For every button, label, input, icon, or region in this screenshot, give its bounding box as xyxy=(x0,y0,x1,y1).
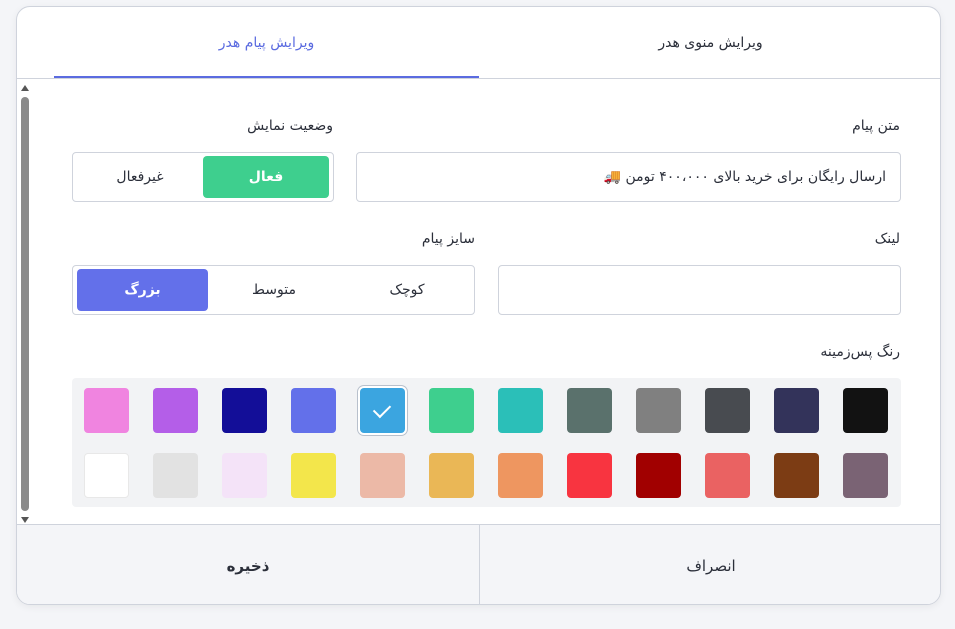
scroll-thumb[interactable] xyxy=(21,97,29,511)
color-swatch[interactable] xyxy=(84,453,129,498)
color-swatch[interactable] xyxy=(291,388,336,433)
color-swatch[interactable] xyxy=(567,388,612,433)
tab-bar: ویرایش منوی هدر ویرایش پیام هدر xyxy=(17,7,940,79)
color-swatch[interactable] xyxy=(567,453,612,498)
color-swatch[interactable] xyxy=(705,453,750,498)
color-swatch[interactable] xyxy=(843,388,888,433)
color-swatch[interactable] xyxy=(153,453,198,498)
color-swatch[interactable] xyxy=(222,453,267,498)
scroll-down-arrow-icon[interactable] xyxy=(21,517,29,523)
link-input[interactable] xyxy=(498,265,901,315)
modal-footer: ذخیره انصراف xyxy=(17,524,940,604)
tab-edit-header-menu[interactable]: ویرایش منوی هدر xyxy=(479,7,940,79)
color-swatch[interactable] xyxy=(360,388,405,433)
color-swatch[interactable] xyxy=(360,453,405,498)
message-text-input[interactable]: ارسال رایگان برای خرید بالای ۴۰۰،۰۰۰ توم… xyxy=(356,152,901,202)
color-swatch[interactable] xyxy=(429,453,474,498)
header-settings-modal: ویرایش منوی هدر ویرایش پیام هدر متن پیام… xyxy=(16,6,941,605)
message-size-label: سایز پیام xyxy=(421,231,475,247)
color-palette xyxy=(72,378,901,507)
active-tab-indicator xyxy=(54,76,479,78)
checkmark-icon xyxy=(372,399,392,419)
size-small-option[interactable]: کوچک xyxy=(343,269,471,311)
color-swatch[interactable] xyxy=(84,388,129,433)
color-swatch[interactable] xyxy=(498,453,543,498)
scroll-up-arrow-icon[interactable] xyxy=(21,85,29,91)
status-active-option[interactable]: فعال xyxy=(203,156,329,198)
color-swatch[interactable] xyxy=(636,453,681,498)
message-text-label: متن پیام xyxy=(852,118,900,134)
size-medium-option[interactable]: متوسط xyxy=(210,269,338,311)
color-swatch[interactable] xyxy=(843,453,888,498)
color-swatch[interactable] xyxy=(498,388,543,433)
background-color-label: رنگ پس‌زمینه xyxy=(820,344,900,360)
color-swatch[interactable] xyxy=(774,453,819,498)
link-label: لینک xyxy=(874,231,900,247)
scrollbar[interactable] xyxy=(17,79,33,525)
color-swatch[interactable] xyxy=(291,453,336,498)
tab-edit-header-message[interactable]: ویرایش پیام هدر xyxy=(54,7,479,79)
save-button[interactable]: ذخیره xyxy=(17,525,479,604)
color-swatch[interactable] xyxy=(705,388,750,433)
message-size-toggle: کوچک متوسط بزرگ xyxy=(72,265,475,315)
color-swatch[interactable] xyxy=(636,388,681,433)
color-swatch[interactable] xyxy=(429,388,474,433)
display-status-label: وضعیت نمایش xyxy=(247,118,333,134)
message-text-value: ارسال رایگان برای خرید بالای ۴۰۰،۰۰۰ توم… xyxy=(603,169,886,185)
color-swatch[interactable] xyxy=(222,388,267,433)
color-swatch[interactable] xyxy=(153,388,198,433)
size-large-option[interactable]: بزرگ xyxy=(77,269,208,311)
color-swatch[interactable] xyxy=(774,388,819,433)
display-status-toggle: فعال غیرفعال xyxy=(72,152,334,202)
cancel-button[interactable]: انصراف xyxy=(479,525,940,604)
status-inactive-option[interactable]: غیرفعال xyxy=(77,156,203,198)
